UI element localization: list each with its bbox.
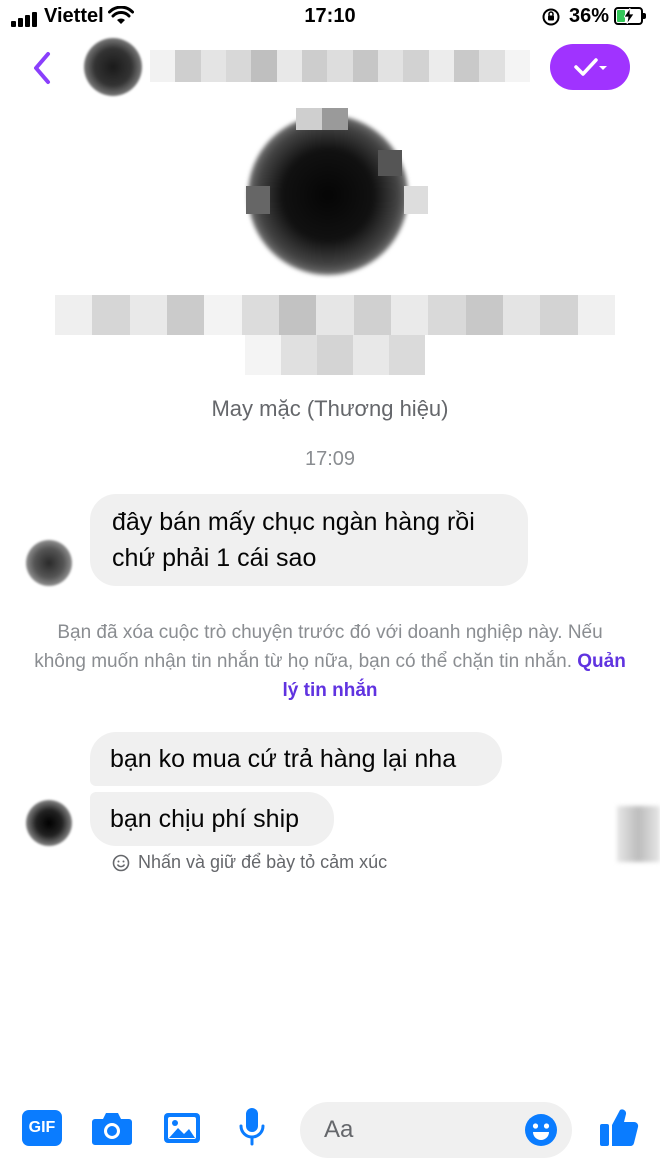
status-bar: Viettel 17:10 36%	[0, 0, 660, 36]
sender-avatar[interactable]	[26, 800, 72, 846]
gif-icon[interactable]: GIF	[22, 1110, 62, 1146]
thumbs-up-icon[interactable]	[598, 1107, 640, 1149]
message-text: đây bán mấy chục ngàn hàng rồi	[112, 508, 475, 536]
message-timestamp: 17:09	[304, 448, 356, 470]
message-text: chứ phải 1 cái sao	[112, 544, 317, 572]
message-bubble[interactable]: bạn chịu phí ship	[90, 792, 334, 846]
message-text: bạn ko mua cứ trả hàng lại nha	[110, 745, 457, 773]
reaction-hint-text: Nhấn và giữ để bày tỏ cảm xúc	[138, 852, 388, 872]
message-bubble[interactable]: bạn ko mua cứ trả hàng lại nha	[90, 732, 502, 786]
avatar-pixel-block	[378, 150, 402, 176]
avatar-pixel-block	[246, 186, 270, 214]
emoji-icon[interactable]	[524, 1113, 558, 1147]
camera-icon[interactable]	[91, 1110, 133, 1146]
blurred-edge-artifact	[617, 806, 660, 862]
notice-text: Bạn đã xóa cuộc trò chuyện trước đó với …	[34, 622, 603, 672]
avatar-pixel-block	[404, 186, 428, 214]
microphone-icon[interactable]	[238, 1106, 266, 1148]
rotation-lock-icon	[542, 8, 560, 26]
profile-avatar[interactable]	[248, 115, 408, 275]
sender-avatar[interactable]	[26, 540, 72, 586]
chat-header	[0, 36, 660, 100]
business-category: May mặc (Thương hiệu)	[211, 396, 449, 421]
battery-percent: 36%	[569, 5, 610, 27]
reaction-hint: Nhấn và giữ để bày tỏ cảm xúc	[112, 852, 387, 873]
avatar-pixel-block	[296, 108, 322, 130]
clock: 17:10	[304, 5, 356, 27]
message-composer: GIF	[0, 1090, 660, 1173]
smiley-icon	[112, 854, 130, 871]
gif-label: GIF	[28, 1119, 56, 1136]
gallery-icon[interactable]	[163, 1112, 201, 1144]
charging-bolt-icon	[624, 8, 634, 24]
message-bubble[interactable]: đây bán mấy chục ngàn hàng rồi chứ phải …	[90, 494, 528, 586]
deleted-conversation-notice: Bạn đã xóa cuộc trò chuyện trước đó với …	[30, 618, 630, 705]
back-icon[interactable]	[28, 48, 58, 88]
battery-icon	[614, 7, 646, 25]
avatar-pixel-block	[322, 108, 348, 130]
verified-badge-button[interactable]	[550, 44, 630, 90]
profile-name-pixelated	[55, 295, 615, 375]
contact-avatar[interactable]	[84, 38, 142, 96]
contact-name-pixelated[interactable]	[150, 50, 530, 82]
check-chevron-icon	[574, 58, 607, 76]
message-text: bạn chịu phí ship	[110, 805, 300, 833]
